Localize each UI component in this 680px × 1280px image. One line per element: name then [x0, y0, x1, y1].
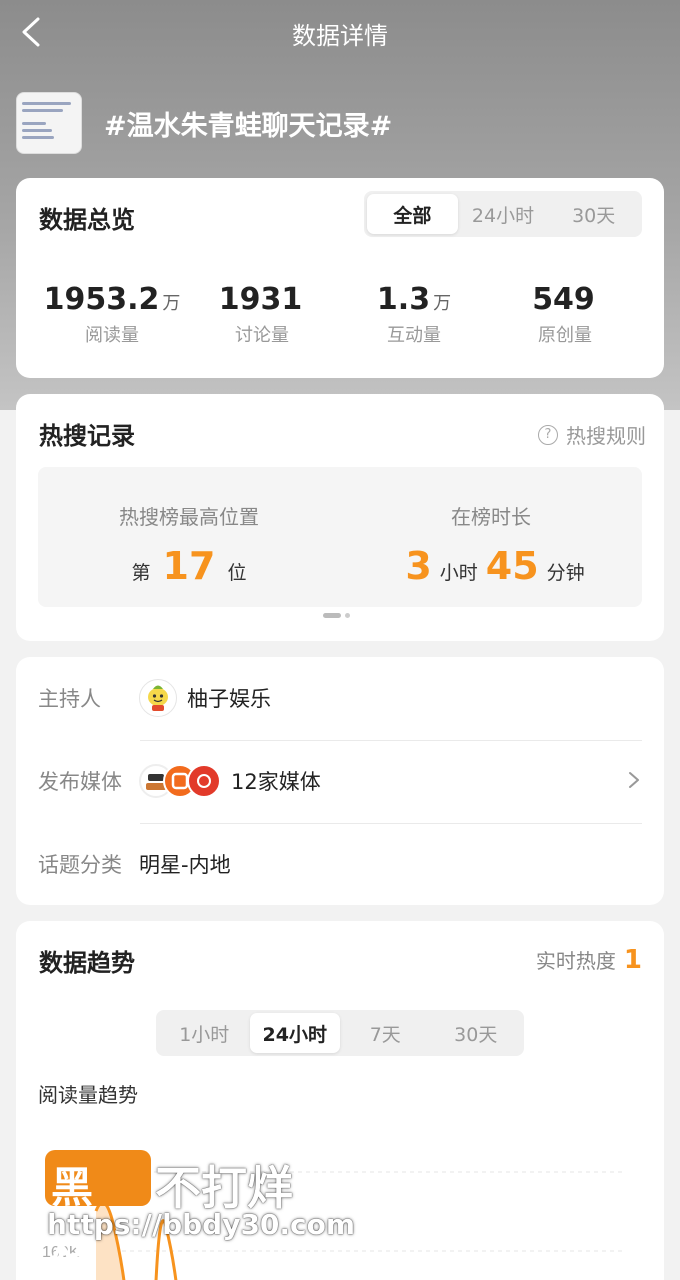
tab-7d[interactable]: 7天 [340, 1013, 431, 1053]
duration-hours-unit: 小时 [439, 562, 478, 584]
chevron-right-icon[interactable] [626, 768, 642, 792]
highest-position: 热搜榜最高位置 第 17 位 [38, 467, 340, 588]
trend-subtitle: 阅读量趋势 [38, 1083, 138, 1107]
realtime-heat-label: 实时热度 [535, 949, 616, 973]
category-row: 话题分类 明星-内地 [38, 823, 642, 905]
host-avatar [139, 679, 177, 717]
stat-label: 阅读量 [85, 325, 139, 346]
media-avatar-icon [187, 764, 221, 798]
stat-discussions: 1931 讨论量 [187, 282, 337, 347]
pomelo-mascot-icon [148, 685, 168, 711]
tab-24h[interactable]: 24小时 [249, 1013, 340, 1053]
trend-title: 数据趋势 [39, 949, 135, 977]
host-row[interactable]: 主持人 柚子娱乐 [38, 657, 642, 739]
host-label: 主持人 [38, 687, 101, 711]
duration-label: 在榜时长 [451, 505, 531, 529]
trend-period-tabs: 1小时 24小时 7天 30天 [156, 1010, 524, 1056]
watermark-url: https://bbdy30.com [47, 1208, 356, 1241]
stat-value: 1.3 [376, 282, 431, 317]
duration-minutes: 45 [485, 544, 539, 588]
topic-title: #温水朱青蛙聊天记录# [104, 111, 393, 142]
rank-suffix: 位 [227, 562, 247, 584]
tab-24h[interactable]: 24小时 [458, 194, 549, 234]
highest-position-label: 热搜榜最高位置 [119, 505, 259, 529]
tab-30d[interactable]: 30天 [431, 1013, 522, 1053]
stat-value: 1931 [218, 282, 303, 317]
category-value: 明星-内地 [139, 853, 231, 877]
page-title: 数据详情 [292, 22, 388, 50]
overview-card: 数据总览 全部 24小时 30天 1953.2 万 阅读量 1931 讨论量 1.… [16, 178, 664, 378]
category-label: 话题分类 [38, 853, 122, 877]
question-circle-icon: ? [538, 424, 558, 445]
stat-label: 互动量 [387, 325, 441, 346]
media-label: 发布媒体 [38, 770, 122, 794]
stat-unit: 万 [433, 293, 452, 314]
duration-minutes-unit: 分钟 [546, 562, 585, 584]
tab-1h[interactable]: 1小时 [159, 1013, 250, 1053]
media-avatars [139, 764, 221, 798]
duration-on-list: 在榜时长 3 小时 45 分钟 [340, 467, 642, 588]
tab-30d[interactable]: 30天 [548, 194, 639, 234]
topic-thumbnail[interactable] [16, 92, 82, 154]
media-count: 12家媒体 [231, 770, 321, 794]
hot-search-title: 热搜记录 [39, 422, 135, 450]
stat-originals: 549 原创量 [490, 282, 640, 347]
stat-unit: 万 [162, 293, 181, 314]
rank-prefix: 第 [131, 562, 151, 584]
page-indicator [323, 613, 354, 618]
realtime-heat-value: 1 [623, 945, 642, 975]
hot-search-summary: 热搜榜最高位置 第 17 位 在榜时长 3 小时 45 分钟 [38, 467, 642, 607]
realtime-heat: 实时热度 1 [536, 945, 642, 975]
stat-label: 原创量 [538, 325, 592, 346]
topic-info-card: 主持人 柚子娱乐 发布媒体 12家媒体 话题分类 明星-内地 [16, 657, 664, 905]
stat-reads: 1953.2 万 阅读量 [37, 282, 187, 347]
stat-interactions: 1.3 万 互动量 [339, 282, 489, 347]
duration-hours: 3 [405, 544, 432, 588]
stat-label: 讨论量 [235, 325, 289, 346]
tab-all[interactable]: 全部 [367, 194, 458, 234]
hot-search-rules-link[interactable]: ? 热搜规则 [538, 420, 646, 449]
media-row[interactable]: 发布媒体 12家媒体 [38, 740, 642, 822]
host-name: 柚子娱乐 [187, 687, 271, 711]
overview-title: 数据总览 [39, 206, 135, 234]
stat-value: 549 [532, 282, 595, 317]
stat-value: 1953.2 [43, 282, 160, 317]
hot-search-card: 热搜记录 ? 热搜规则 热搜榜最高位置 第 17 位 在榜时长 3 小时 45 … [16, 394, 664, 641]
hot-search-rules-label: 热搜规则 [566, 424, 646, 448]
nav-bar: 数据详情 [0, 0, 680, 64]
overview-period-tabs: 全部 24小时 30天 [364, 191, 642, 237]
rank-value: 17 [162, 544, 216, 588]
